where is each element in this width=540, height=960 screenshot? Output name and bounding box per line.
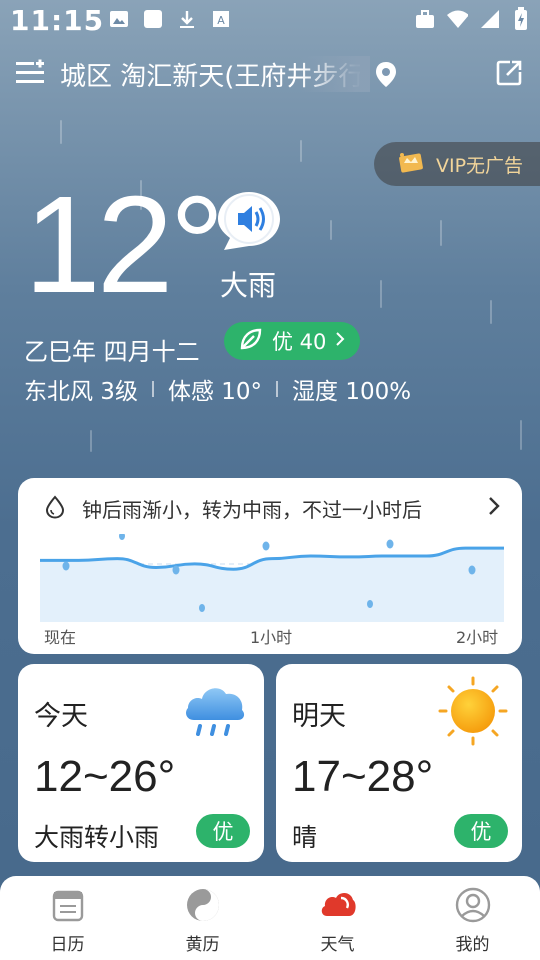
calendar-icon — [49, 886, 87, 924]
nav-profile[interactable]: 我的 — [405, 876, 540, 960]
raindrop-icon — [42, 494, 68, 520]
aqi-badge[interactable]: 优 40 — [224, 322, 360, 360]
profile-icon — [454, 886, 492, 924]
bottom-nav: 日历 黄历 天气 我的 — [0, 876, 540, 960]
battery-charging-icon — [510, 7, 532, 30]
today-temp-range: 12~26° — [34, 752, 176, 801]
vip-label: VIP无广告 — [436, 154, 524, 177]
wind: 东北风 3级 — [24, 379, 138, 405]
top-bar: 城区 淘汇新天(王府井步行街) — [0, 48, 540, 100]
vip-button[interactable]: VIP无广告 — [374, 142, 540, 186]
tomorrow-label: 明天 — [292, 701, 346, 732]
rain-label-1h: 1小时 — [250, 628, 293, 647]
location-pin-icon[interactable] — [372, 60, 400, 88]
rain-message: 钟后雨渐小，转为中雨，不过一小时后 — [42, 492, 490, 522]
nav-label-calendar: 日历 — [50, 935, 85, 955]
chevron-right-icon[interactable] — [482, 494, 506, 518]
current-condition: 大雨 — [220, 269, 277, 302]
rain-message-text: 钟后雨渐小，转为中雨，不过一小时后 — [82, 498, 422, 522]
rain-label-2h: 2小时 — [456, 628, 499, 647]
humidity: 湿度 100% — [292, 379, 412, 405]
nav-label-profile: 我的 — [455, 935, 490, 955]
feels-like: 体感 10° — [167, 379, 263, 405]
nav-weather[interactable]: 天气 — [270, 876, 405, 960]
lunar-date: 乙巳年 四月十二 — [24, 338, 200, 366]
aqi-value: 优 40 — [272, 330, 327, 354]
image-icon — [108, 8, 130, 30]
today-aqi-badge: 优 — [196, 814, 250, 848]
status-bar: 11:15 A — [0, 0, 540, 40]
rain-forecast-card[interactable]: 钟后雨渐小，转为中雨，不过一小时后 现在 1小时 2小时 — [18, 478, 522, 654]
tomorrow-temp-range: 17~28° — [292, 752, 434, 801]
chevron-right-icon — [334, 329, 346, 353]
nav-calendar[interactable]: 日历 — [0, 876, 135, 960]
yin-yang-icon — [184, 886, 222, 924]
current-temperature: 12° — [24, 168, 225, 322]
location-fade — [300, 56, 370, 92]
voice-broadcast-icon[interactable] — [216, 190, 282, 252]
square-icon — [142, 8, 164, 30]
today-card[interactable]: 今天 12~26° 大雨转小雨 优 — [18, 664, 264, 862]
briefcase-icon — [414, 8, 436, 30]
crown-icon — [396, 149, 426, 179]
today-condition: 大雨转小雨 — [34, 823, 160, 852]
tomorrow-card[interactable]: 明天 17~28° 晴 优 — [276, 664, 522, 862]
heavy-rain-icon — [180, 676, 250, 746]
divider — [276, 381, 279, 397]
tomorrow-aqi-badge: 优 — [454, 814, 508, 848]
nav-almanac[interactable]: 黄历 — [135, 876, 270, 960]
weather-details: 东北风 3级 体感 10° 湿度 100% — [24, 372, 411, 406]
download-icon — [176, 8, 198, 30]
divider — [151, 381, 154, 397]
leaf-icon — [238, 326, 264, 357]
text-icon: A — [210, 8, 232, 30]
nav-label-almanac: 黄历 — [185, 935, 220, 955]
rain-chart — [40, 534, 504, 622]
sun-icon — [438, 676, 508, 746]
status-time: 11:15 — [10, 4, 105, 37]
svg-text:A: A — [217, 14, 225, 27]
wifi-icon — [446, 8, 468, 30]
signal-icon — [478, 8, 500, 30]
nav-label-weather: 天气 — [320, 935, 355, 955]
share-icon[interactable] — [494, 58, 524, 88]
today-label: 今天 — [34, 701, 88, 732]
tomorrow-condition: 晴 — [292, 823, 318, 852]
menu-add-icon[interactable] — [14, 56, 46, 88]
weather-icon — [319, 886, 357, 924]
rain-label-now: 现在 — [44, 628, 77, 647]
